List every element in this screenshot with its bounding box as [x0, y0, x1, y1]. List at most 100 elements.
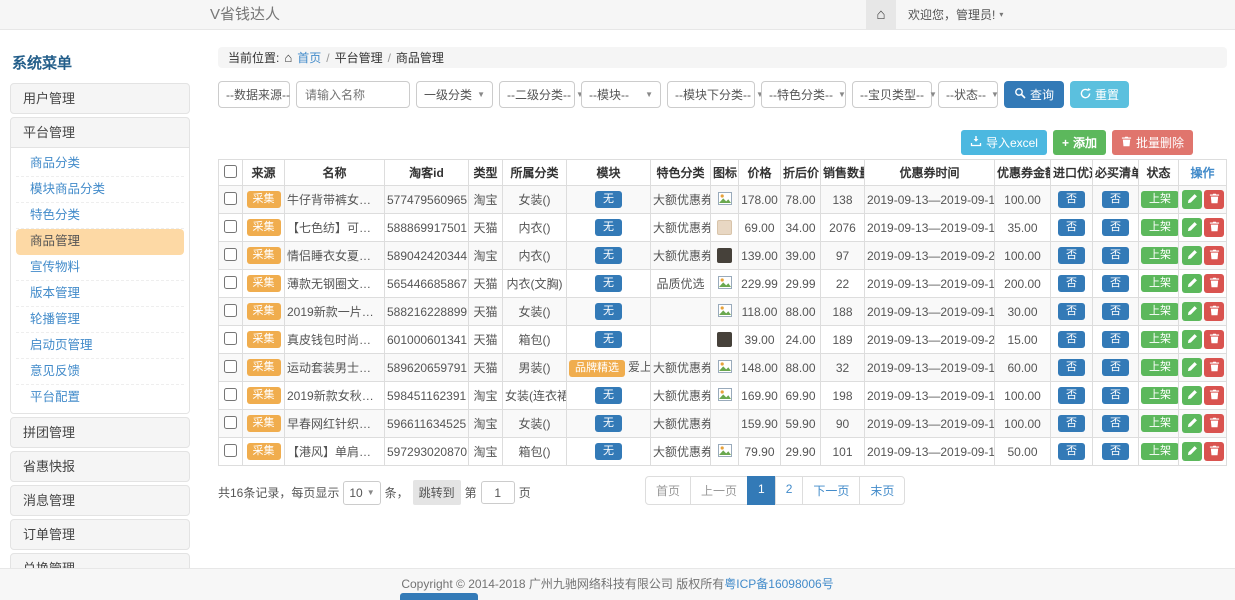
level1-category-select[interactable]: 一级分类▼: [416, 81, 493, 108]
must-buy-toggle[interactable]: 否: [1102, 303, 1129, 320]
status-badge[interactable]: 上架: [1141, 303, 1179, 320]
edit-button[interactable]: [1182, 274, 1202, 293]
edit-button[interactable]: [1182, 358, 1202, 377]
item-type-select[interactable]: --宝贝类型--▼: [852, 81, 932, 108]
edit-button[interactable]: [1182, 246, 1202, 265]
row-checkbox[interactable]: [224, 276, 237, 289]
delete-button[interactable]: [1204, 414, 1224, 433]
pager-1[interactable]: 1: [747, 476, 776, 505]
sidebar-item-版本管理[interactable]: 版本管理: [16, 281, 184, 307]
row-checkbox[interactable]: [224, 220, 237, 233]
edit-button[interactable]: [1182, 442, 1202, 461]
module-select[interactable]: --模块--▼: [581, 81, 661, 108]
import-select-toggle[interactable]: 否: [1058, 275, 1085, 292]
edit-button[interactable]: [1182, 330, 1202, 349]
import-select-toggle[interactable]: 否: [1058, 247, 1085, 264]
must-buy-toggle[interactable]: 否: [1102, 219, 1129, 236]
add-button[interactable]: + 添加: [1053, 130, 1106, 155]
reset-button[interactable]: 重置: [1070, 81, 1129, 108]
row-checkbox[interactable]: [224, 192, 237, 205]
must-buy-toggle[interactable]: 否: [1102, 191, 1129, 208]
sidebar-group-订单管理[interactable]: 订单管理: [11, 520, 189, 549]
icp-link[interactable]: 粤ICP备16098006号: [724, 577, 833, 591]
sidebar-item-平台配置[interactable]: 平台配置: [16, 385, 184, 410]
sidebar-group-用户管理[interactable]: 用户管理: [11, 84, 189, 113]
delete-button[interactable]: [1204, 358, 1224, 377]
sidebar-item-商品分类[interactable]: 商品分类: [16, 151, 184, 177]
edit-button[interactable]: [1182, 386, 1202, 405]
pager-末页[interactable]: 末页: [859, 476, 905, 505]
breadcrumb-home-link[interactable]: 首页: [297, 49, 321, 66]
row-checkbox[interactable]: [224, 444, 237, 457]
level2-category-select[interactable]: --二级分类--▼: [499, 81, 575, 108]
row-checkbox[interactable]: [224, 416, 237, 429]
status-badge[interactable]: 上架: [1141, 415, 1179, 432]
user-menu[interactable]: 欢迎您，管理员! ▾: [908, 6, 1003, 23]
status-badge[interactable]: 上架: [1141, 247, 1179, 264]
must-buy-toggle[interactable]: 否: [1102, 415, 1129, 432]
page-size-select[interactable]: 10 ▼: [343, 481, 380, 505]
status-badge[interactable]: 上架: [1141, 219, 1179, 236]
delete-button[interactable]: [1204, 386, 1224, 405]
sidebar-item-宣传物料[interactable]: 宣传物料: [16, 255, 184, 281]
status-badge[interactable]: 上架: [1141, 443, 1179, 460]
must-buy-toggle[interactable]: 否: [1102, 443, 1129, 460]
status-badge[interactable]: 上架: [1141, 387, 1179, 404]
sidebar-group-兑换管理[interactable]: 兑换管理: [11, 554, 189, 568]
edit-button[interactable]: [1182, 414, 1202, 433]
import-select-toggle[interactable]: 否: [1058, 331, 1085, 348]
sidebar-item-启动页管理[interactable]: 启动页管理: [16, 333, 184, 359]
sidebar-item-特色分类[interactable]: 特色分类: [16, 203, 184, 229]
delete-button[interactable]: [1204, 274, 1224, 293]
sidebar-item-意见反馈[interactable]: 意见反馈: [16, 359, 184, 385]
delete-button[interactable]: [1204, 246, 1224, 265]
pager-首页[interactable]: 首页: [645, 476, 691, 505]
name-search-input[interactable]: [296, 81, 410, 108]
must-buy-toggle[interactable]: 否: [1102, 331, 1129, 348]
data-source-select[interactable]: --数据来源--▼: [218, 81, 290, 108]
batch-delete-button[interactable]: 批量删除: [1112, 130, 1193, 155]
module-sub-select[interactable]: --模块下分类--▼: [667, 81, 755, 108]
select-all-checkbox[interactable]: [224, 165, 237, 178]
pager-上一页[interactable]: 上一页: [690, 476, 748, 505]
sidebar-item-商品管理[interactable]: 商品管理: [16, 229, 184, 255]
delete-button[interactable]: [1204, 302, 1224, 321]
status-badge[interactable]: 上架: [1141, 191, 1179, 208]
import-select-toggle[interactable]: 否: [1058, 191, 1085, 208]
jump-button[interactable]: 跳转到: [413, 480, 461, 505]
sidebar-item-模块商品分类[interactable]: 模块商品分类: [16, 177, 184, 203]
home-button[interactable]: ⌂: [866, 0, 896, 29]
row-checkbox[interactable]: [224, 248, 237, 261]
status-badge[interactable]: 上架: [1141, 359, 1179, 376]
sidebar-group-平台管理[interactable]: 平台管理: [11, 118, 189, 147]
edit-button[interactable]: [1182, 190, 1202, 209]
import-select-toggle[interactable]: 否: [1058, 359, 1085, 376]
sidebar-group-省惠快报[interactable]: 省惠快报: [11, 452, 189, 481]
import-select-toggle[interactable]: 否: [1058, 303, 1085, 320]
import-select-toggle[interactable]: 否: [1058, 219, 1085, 236]
import-select-toggle[interactable]: 否: [1058, 387, 1085, 404]
sidebar-group-消息管理[interactable]: 消息管理: [11, 486, 189, 515]
sidebar-group-拼团管理[interactable]: 拼团管理: [11, 418, 189, 447]
row-checkbox[interactable]: [224, 388, 237, 401]
must-buy-toggle[interactable]: 否: [1102, 275, 1129, 292]
search-button[interactable]: 查询: [1004, 81, 1064, 108]
must-buy-toggle[interactable]: 否: [1102, 247, 1129, 264]
row-checkbox[interactable]: [224, 332, 237, 345]
sidebar-item-轮播管理[interactable]: 轮播管理: [16, 307, 184, 333]
status-badge[interactable]: 上架: [1141, 275, 1179, 292]
feature-category-select[interactable]: --特色分类--▼: [761, 81, 846, 108]
import-select-toggle[interactable]: 否: [1058, 443, 1085, 460]
edit-button[interactable]: [1182, 302, 1202, 321]
delete-button[interactable]: [1204, 218, 1224, 237]
delete-button[interactable]: [1204, 330, 1224, 349]
delete-button[interactable]: [1204, 442, 1224, 461]
must-buy-toggle[interactable]: 否: [1102, 387, 1129, 404]
import-excel-button[interactable]: 导入excel: [961, 130, 1047, 155]
edit-button[interactable]: [1182, 218, 1202, 237]
row-checkbox[interactable]: [224, 304, 237, 317]
must-buy-toggle[interactable]: 否: [1102, 359, 1129, 376]
import-select-toggle[interactable]: 否: [1058, 415, 1085, 432]
pager-下一页[interactable]: 下一页: [802, 476, 860, 505]
jump-page-input[interactable]: [481, 481, 515, 504]
